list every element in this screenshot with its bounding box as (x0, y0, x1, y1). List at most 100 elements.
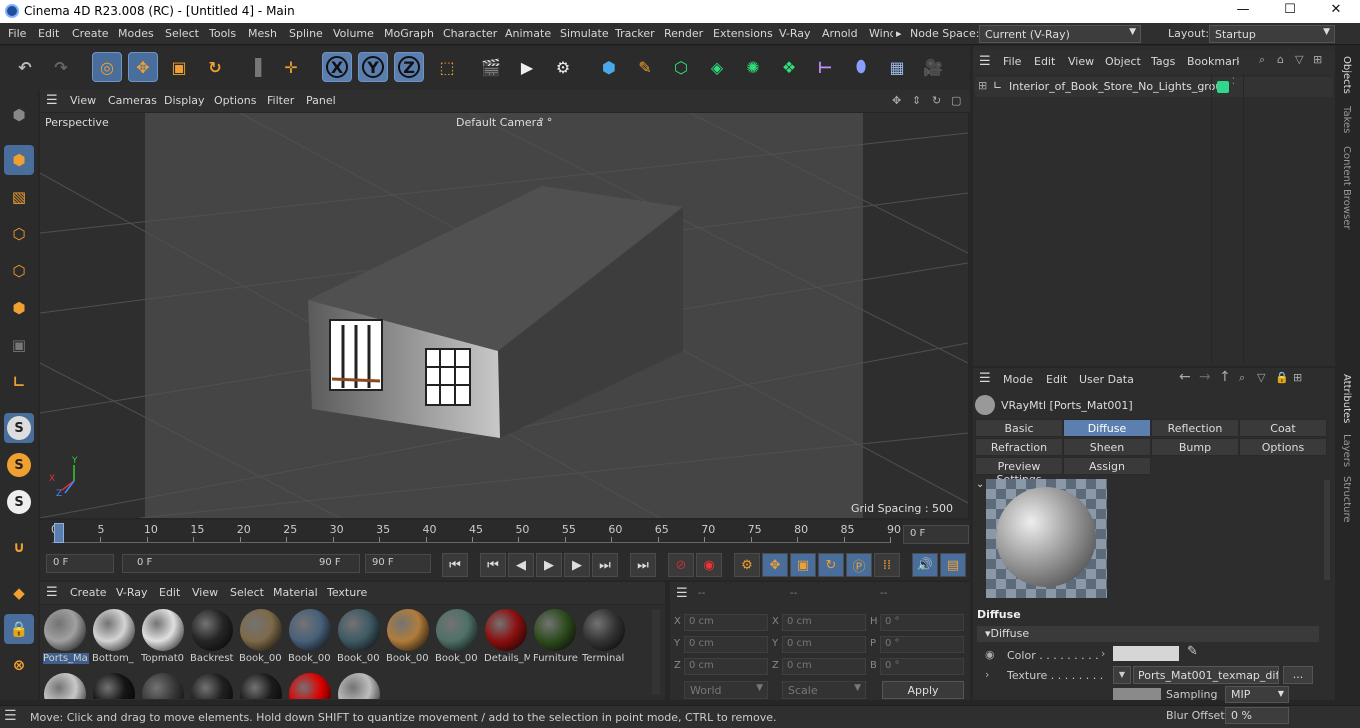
obj-menu-edit[interactable]: Edit (1034, 55, 1055, 68)
deformer-icon[interactable]: ⊢ (810, 52, 840, 82)
film-icon[interactable]: ▤ (940, 553, 966, 577)
menu-select[interactable]: Select (165, 27, 199, 40)
menu-overflow-icon[interactable]: ▸ (896, 27, 902, 40)
new-panel-icon[interactable]: ⊞ (1313, 53, 1322, 66)
object-row[interactable]: ⊞ ∟ Interior_of_Book_Store_No_Lights_gro… (975, 75, 1333, 365)
point-mode-icon[interactable]: ⬡ (4, 219, 34, 249)
prev-frame-icon[interactable]: ◀ (508, 553, 534, 577)
play-icon[interactable]: ▶ (536, 553, 562, 577)
uv-mode-icon[interactable]: ▣ (4, 330, 34, 360)
x-axis-lock-button[interactable]: X (322, 52, 352, 82)
vp-move-icon[interactable]: ✥ (892, 94, 901, 107)
menu-modes[interactable]: Modes (118, 27, 154, 40)
tab-assign[interactable]: Assign (1063, 457, 1151, 475)
mat-menu-material[interactable]: Material (273, 586, 318, 599)
tab-sheen[interactable]: Sheen (1063, 438, 1151, 456)
menu-mograph[interactable]: MoGraph (384, 27, 434, 40)
3d-viewport[interactable]: Perspective Default Camera ⚬⚬ Grid Spaci… (40, 113, 968, 518)
minimize-button[interactable]: — (1223, 2, 1263, 21)
material-swatch[interactable]: Topmat0 (141, 607, 185, 665)
next-key-icon[interactable]: ⏭ (592, 553, 618, 577)
menu-edit[interactable]: Edit (38, 27, 59, 40)
keyframe-selection-icon[interactable]: ⚙ (734, 553, 760, 577)
menu-create[interactable]: Create (72, 27, 109, 40)
menu-animate[interactable]: Animate (505, 27, 551, 40)
vp-zoom-icon[interactable]: ⇕ (912, 94, 921, 107)
go-to-start-icon[interactable]: ⏮ (442, 553, 468, 577)
vp-maximize-icon[interactable]: ▢ (951, 94, 961, 107)
tab-basic[interactable]: Basic (975, 419, 1063, 437)
material-swatch[interactable] (289, 673, 331, 699)
active-camera-label[interactable]: Default Camera (456, 116, 543, 129)
attr-menu-user-data[interactable]: User Data (1079, 373, 1134, 386)
tab-structure[interactable]: Structure (1341, 476, 1352, 523)
menu-render[interactable]: Render (664, 27, 703, 40)
mat-menu-texture[interactable]: Texture (327, 586, 367, 599)
cloner-icon[interactable]: ✺ (738, 52, 768, 82)
render-picture-viewer-icon[interactable]: ▶ (512, 52, 542, 82)
mat-menu-view[interactable]: View (192, 586, 218, 599)
menu-extensions[interactable]: Extensions (713, 27, 773, 40)
extrude-icon[interactable]: ◈ (702, 52, 732, 82)
pos-y-field[interactable]: 0 cm (684, 636, 768, 653)
position-key-icon[interactable]: ✥ (762, 553, 788, 577)
new-panel-icon[interactable]: ⊞ (1293, 371, 1302, 384)
tab-refraction[interactable]: Refraction (975, 438, 1063, 456)
material-swatch[interactable] (44, 673, 86, 699)
material-swatch[interactable]: Ports_Ma (43, 607, 89, 665)
menu-character[interactable]: Character (443, 27, 497, 40)
hamburger-icon[interactable]: ☰ (979, 371, 991, 386)
material-swatch[interactable]: Backrest (190, 607, 234, 665)
menu-vray[interactable]: V-Ray (779, 27, 811, 40)
tab-takes[interactable]: Takes (1341, 106, 1352, 133)
size-y-field[interactable]: 0 cm (782, 636, 866, 653)
rotation-key-icon[interactable]: ↻ (818, 553, 844, 577)
render-view-icon[interactable]: 🎬 (476, 52, 506, 82)
menu-simulate[interactable]: Simulate (560, 27, 609, 40)
mograph-icon[interactable]: ❖ (774, 52, 804, 82)
move-tool-icon[interactable]: ✥ (128, 52, 158, 82)
coord-mode-dropdown[interactable]: World ▼ (684, 681, 768, 699)
material-swatch[interactable]: Details_M (484, 607, 530, 665)
obj-menu-file[interactable]: File (1003, 55, 1021, 68)
search-icon[interactable]: ⌕ (1239, 371, 1245, 385)
filter-icon[interactable]: ▽ (1257, 371, 1265, 384)
tab-layers[interactable]: Layers (1341, 434, 1352, 467)
chevron-right-icon[interactable]: › (1101, 647, 1105, 660)
lock-icon[interactable]: 🔒 (1275, 371, 1289, 384)
redo-icon[interactable]: ↷ (46, 52, 76, 82)
hamburger-icon[interactable]: ☰ (979, 54, 991, 69)
select-tool-icon[interactable]: ◎ (92, 52, 122, 82)
obj-menu-tags[interactable]: Tags (1151, 55, 1175, 68)
vp-menu-view[interactable]: View (70, 94, 96, 107)
vp-menu-display[interactable]: Display (164, 94, 205, 107)
mat-menu-vray[interactable]: V-Ray (116, 586, 148, 599)
menu-mesh[interactable]: Mesh (248, 27, 277, 40)
z-axis-lock-button[interactable]: Z (394, 52, 424, 82)
material-swatch[interactable]: Book_00 (239, 607, 283, 665)
tab-content-browser[interactable]: Content Browser (1341, 146, 1352, 229)
pen-icon[interactable]: ✎ (630, 52, 660, 82)
start-frame-field[interactable]: 0 F (46, 554, 114, 573)
material-swatch[interactable]: Furniture (533, 607, 578, 665)
edge-mode-icon[interactable]: ⬡ (4, 256, 34, 286)
mat-menu-create[interactable]: Create (70, 586, 107, 599)
menu-arnold[interactable]: Arnold (822, 27, 858, 40)
eyedropper-icon[interactable]: ✎ (1187, 644, 1198, 659)
timeline-ruler[interactable]: 051015202530354045505560657075808590 0 F (40, 520, 970, 550)
filter-icon[interactable]: ▽ (1295, 53, 1303, 66)
mat-menu-select[interactable]: Select (230, 586, 264, 599)
menu-tools[interactable]: Tools (209, 27, 236, 40)
diffuse-group-header[interactable]: ▾Diffuse (977, 626, 1319, 642)
axis-mode-icon[interactable]: ∟ (4, 367, 34, 397)
material-swatch[interactable] (240, 673, 282, 699)
mat-menu-edit[interactable]: Edit (159, 586, 180, 599)
color-swatch[interactable] (1113, 646, 1179, 661)
tab-bump[interactable]: Bump (1151, 438, 1239, 456)
node-space-dropdown[interactable]: Current (V-Ray) ▼ (979, 25, 1141, 43)
rot-p-field[interactable]: 0 ° (880, 636, 964, 653)
parameter-key-icon[interactable]: Ⓟ (846, 553, 872, 577)
object-name[interactable]: Interior_of_Book_Store_No_Lights_group (1009, 80, 1229, 93)
obj-menu-bookmarks[interactable]: Bookmarks (1187, 55, 1239, 68)
back-arrow-icon[interactable]: ← (1179, 369, 1191, 385)
